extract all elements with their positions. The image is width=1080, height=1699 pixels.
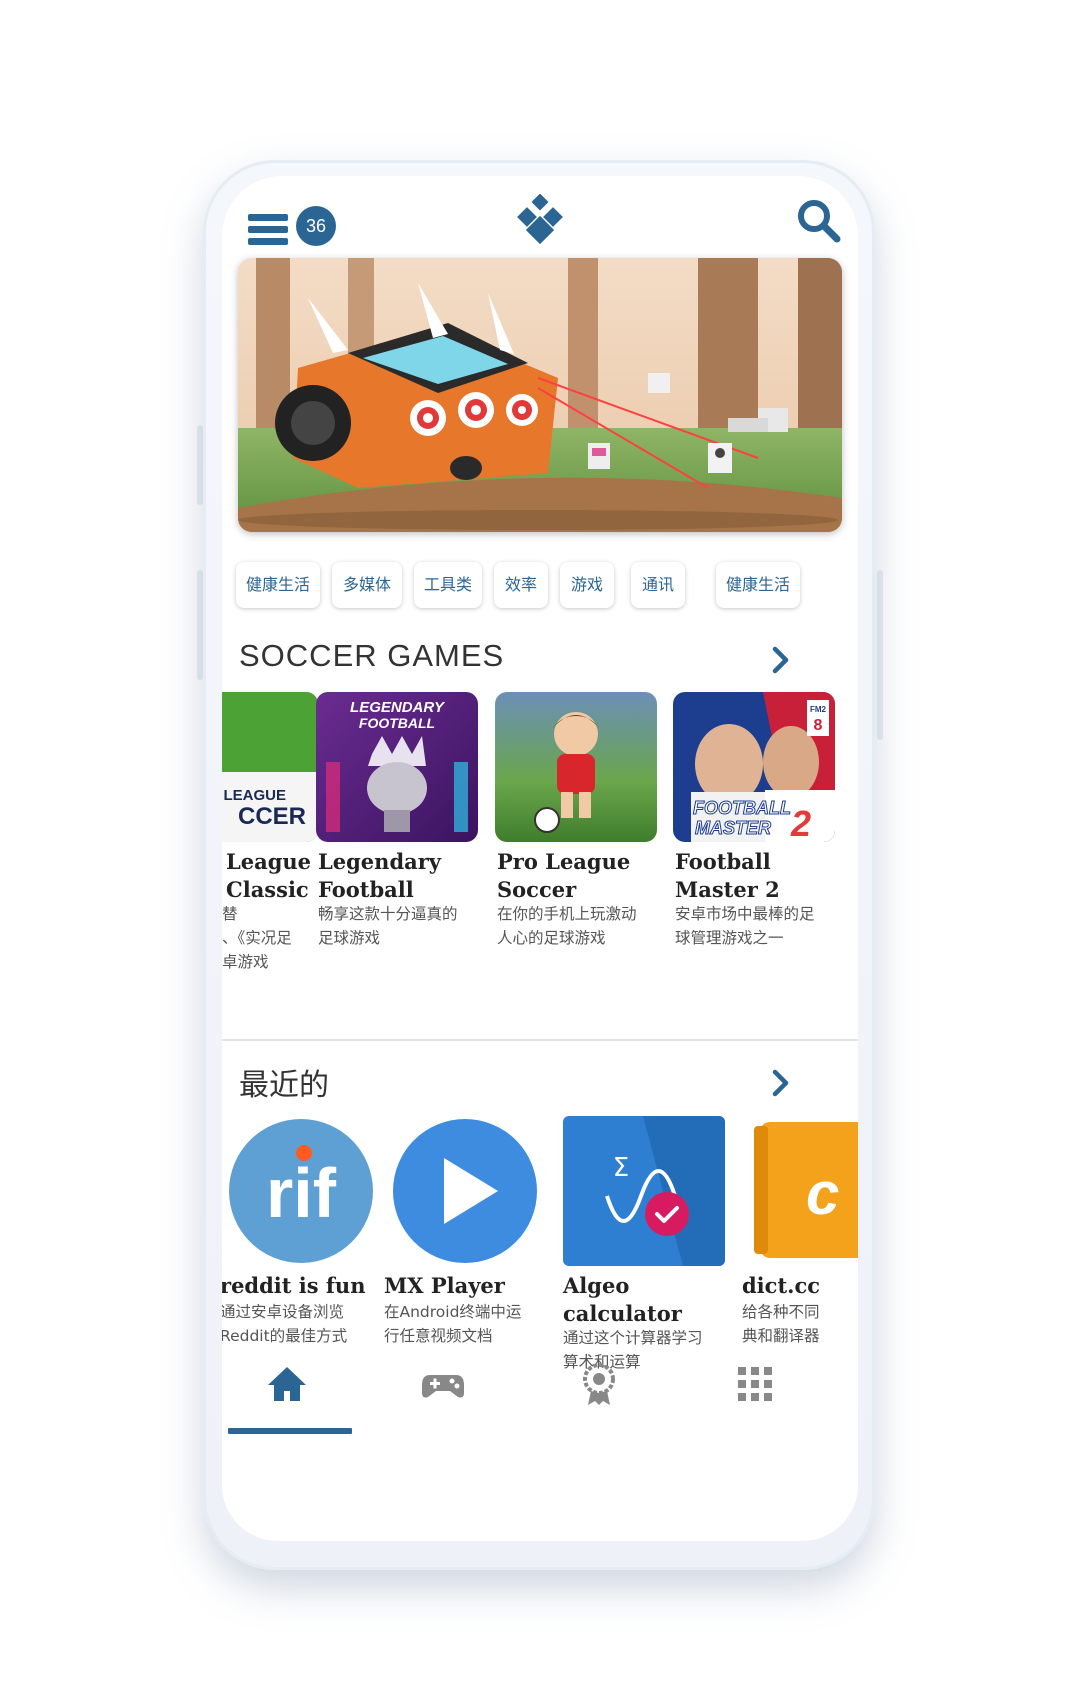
soccer-section-title: SOCCER GAMES	[239, 638, 505, 673]
svg-text:c: c	[806, 1160, 839, 1227]
chip-health[interactable]: 健康生活	[236, 562, 320, 608]
svg-text:MASTER: MASTER	[695, 818, 771, 838]
chip-multimedia[interactable]: 多媒体	[332, 562, 402, 608]
notification-badge: 36	[296, 206, 336, 246]
app-description: 通过安卓设备浏览 Reddit的最佳方式	[222, 1303, 348, 1345]
chip-health-2[interactable]: 健康生活	[716, 562, 800, 608]
stage: 36 健康生活 多媒体 工具类 效率 游戏 通讯 健康生活 SOCCER GAM…	[0, 0, 1080, 1699]
svg-text:FOOTBALL: FOOTBALL	[359, 715, 435, 731]
app-name: Pro League Soccer	[497, 849, 631, 902]
chip-games[interactable]: 游戏	[560, 562, 614, 608]
app-name: dict.cc	[742, 1273, 821, 1298]
svg-text:Σ: Σ	[613, 1153, 629, 1183]
svg-text:CCER: CCER	[238, 803, 306, 830]
app-icon: LEGENDARY FOOTBALL	[316, 692, 478, 842]
app-description: 在Android终端中运 行任意视频文档	[384, 1303, 522, 1345]
app-name: MX Player	[384, 1273, 505, 1298]
svg-text:LEAGUE: LEAGUE	[223, 787, 286, 804]
app-screen: 36 健康生活 多媒体 工具类 效率 游戏 通讯 健康生活 SOCCER GAM…	[222, 176, 858, 1541]
recent-section-title: 最近的	[239, 1068, 329, 1103]
chip-productivity[interactable]: 效率	[494, 562, 548, 608]
app-icon	[495, 692, 657, 842]
gamepad-icon[interactable]	[420, 1361, 466, 1407]
app-icon: LEAGUE CCER	[222, 692, 318, 842]
section-divider	[222, 1039, 858, 1041]
app-description: 在你的手机上玩激动 人心的足球游戏	[497, 905, 637, 947]
banner-image	[238, 258, 842, 532]
svg-text:FM2: FM2	[810, 705, 827, 714]
diamond-logo-icon[interactable]	[512, 194, 568, 244]
chip-communication[interactable]: 通讯	[631, 562, 685, 608]
app-icon: Σ	[563, 1116, 725, 1266]
chip-tools[interactable]: 工具类	[414, 562, 482, 608]
svg-text:8: 8	[814, 717, 823, 734]
app-icon: rif	[222, 1116, 382, 1266]
app-icon: FM2 8 FOOTBALL MASTER 2	[673, 692, 835, 842]
app-description: 畅享这款十分逼真的 足球游戏	[318, 905, 458, 947]
app-name: Football Master 2	[675, 849, 780, 902]
chevron-right-icon[interactable]	[770, 645, 792, 675]
menu-button[interactable]: 36	[248, 200, 336, 256]
svg-text:2: 2	[790, 803, 811, 842]
app-name: Legendary Football	[318, 849, 441, 902]
home-icon[interactable]	[264, 1361, 310, 1407]
svg-text:FOOTBALL: FOOTBALL	[693, 798, 791, 818]
grid-icon[interactable]	[732, 1361, 778, 1407]
phone-power-button	[877, 570, 883, 740]
svg-text:rif: rif	[266, 1154, 337, 1232]
category-chips: 健康生活 多媒体 工具类 效率 游戏 通讯 健康生活	[236, 562, 858, 608]
app-name: Algeo calculator	[563, 1273, 682, 1326]
chevron-right-icon[interactable]	[770, 1068, 792, 1098]
search-icon[interactable]	[794, 196, 842, 244]
active-tab-indicator	[228, 1428, 352, 1434]
featured-banner[interactable]	[238, 258, 842, 532]
app-name: reddit is fun	[222, 1273, 366, 1298]
svg-text:LEGENDARY: LEGENDARY	[350, 699, 446, 716]
app-description: 给各种不同 典和翻译器	[742, 1303, 820, 1345]
app-icon	[384, 1116, 546, 1266]
app-icon: c	[742, 1116, 858, 1266]
award-icon[interactable]	[576, 1361, 622, 1407]
app-description: 安卓市场中最棒的足 球管理游戏之一	[675, 905, 815, 947]
